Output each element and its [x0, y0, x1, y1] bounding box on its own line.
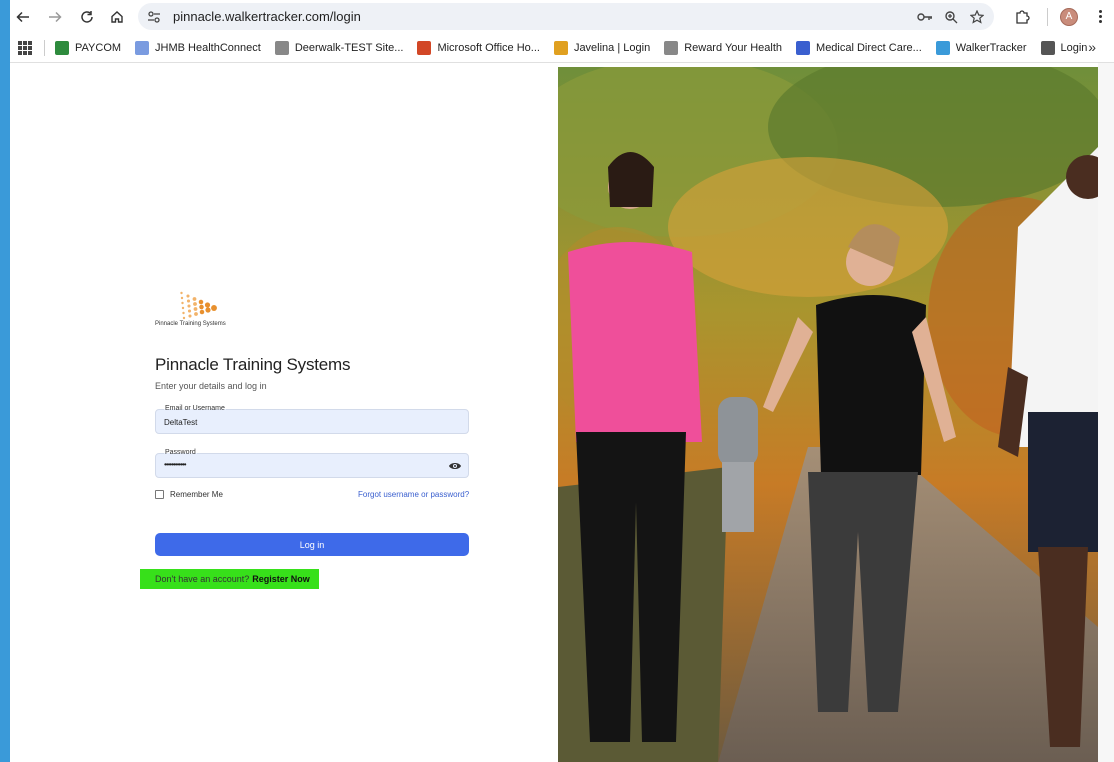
bookmark-label: Reward Your Health [684, 41, 783, 54]
bookmark-star-icon[interactable] [968, 8, 986, 26]
url-text[interactable]: pinnacle.walkertracker.com/login [173, 9, 361, 24]
globe-icon [274, 40, 289, 55]
arrow-left-icon [16, 11, 29, 22]
bookmarks-divider [44, 39, 45, 56]
remember-me-label: Remember Me [170, 490, 223, 499]
bookmark-label: Microsoft Office Ho... [437, 41, 540, 54]
arrow-right-icon [49, 11, 62, 22]
password-label: Password [164, 449, 197, 456]
login-panel: Pinnacle Training Systems Pinnacle Train… [10, 63, 558, 762]
remember-me-checkbox[interactable] [155, 490, 164, 499]
browser-menu-button[interactable] [1092, 7, 1108, 27]
bookmark-list: PAYCOM JHMB HealthConnect Deerwalk-TEST Si… [55, 40, 1101, 55]
register-prompt: Don't have an account? Register Now [140, 569, 319, 589]
home-button[interactable] [104, 4, 130, 30]
logo-text: Pinnacle Training Systems [155, 321, 226, 327]
remember-me[interactable]: Remember Me [155, 490, 223, 499]
login-button[interactable]: Log in [155, 533, 469, 556]
password-key-icon[interactable] [916, 8, 934, 26]
page-scrollbar[interactable] [1098, 63, 1114, 762]
bookmark-label: Medical Direct Care... [816, 41, 922, 54]
bookmark-item[interactable]: JHMB HealthConnect [135, 40, 261, 55]
bookmark-item[interactable]: Medical Direct Care... [796, 40, 922, 55]
bookmark-label: WalkerTracker [955, 41, 1027, 54]
walker-icon [935, 40, 950, 55]
bookmark-label: Javelina | Login [573, 41, 651, 54]
javelina-icon [553, 40, 568, 55]
back-button[interactable] [10, 4, 36, 30]
reward-icon [664, 40, 679, 55]
email-value[interactable]: DeltaTest [164, 418, 197, 427]
health-icon [135, 40, 150, 55]
home-icon [111, 10, 123, 23]
register-now-link[interactable]: Register Now [252, 574, 310, 584]
bookmark-label: PAYCOM [75, 41, 122, 54]
medical-icon [796, 40, 811, 55]
page-title: Pinnacle Training Systems [155, 355, 351, 374]
more-bookmarks-button[interactable]: » [1088, 39, 1096, 55]
bookmark-label: Deerwalk-TEST Site... [294, 41, 404, 54]
toolbar-actions: A [1011, 3, 1114, 30]
bookmarks-bar: PAYCOM JHMB HealthConnect Deerwalk-TEST Si… [10, 33, 1114, 62]
reload-button[interactable] [74, 4, 100, 30]
login-globe-icon [1040, 40, 1055, 55]
bookmark-item[interactable]: Login [1040, 40, 1088, 55]
password-value[interactable]: •••••••••••• [164, 460, 187, 469]
bookmark-item[interactable]: Javelina | Login [553, 40, 651, 55]
email-label: Email or Username [164, 405, 226, 412]
bookmark-item[interactable]: Microsoft Office Ho... [417, 40, 540, 55]
profile-avatar[interactable]: A [1060, 7, 1078, 26]
paycom-icon [55, 40, 69, 55]
toolbar-divider [1047, 7, 1048, 26]
puzzle-icon [1016, 9, 1030, 24]
bookmark-item[interactable]: Deerwalk-TEST Site... [274, 40, 404, 55]
extensions-button[interactable] [1011, 6, 1033, 28]
browser-window: pinnacle.walkertracker.com/login A PAYCO… [10, 0, 1114, 762]
bookmark-item[interactable]: Reward Your Health [664, 40, 783, 55]
office-icon [417, 40, 432, 55]
email-field[interactable]: Email or Username DeltaTest [155, 405, 469, 434]
reload-icon [81, 10, 93, 23]
password-field[interactable]: Password •••••••••••• [155, 449, 469, 478]
apps-grid-icon[interactable] [18, 40, 32, 55]
register-prompt-text: Don't have an account? [155, 574, 250, 584]
page-subtitle: Enter your details and log in [155, 381, 267, 391]
bookmark-label: Login [1060, 41, 1088, 54]
bookmark-label: JHMB HealthConnect [155, 41, 261, 54]
show-password-eye-icon[interactable] [448, 460, 462, 472]
site-info-icon[interactable] [147, 10, 161, 24]
page-content: Pinnacle Training Systems Pinnacle Train… [10, 62, 1114, 762]
forward-button[interactable] [42, 4, 68, 30]
bookmark-item[interactable]: PAYCOM [55, 40, 122, 55]
bookmark-item[interactable]: WalkerTracker [935, 40, 1027, 55]
forgot-password-link[interactable]: Forgot username or password? [358, 490, 469, 499]
zoom-icon[interactable] [942, 8, 960, 26]
walking-people-photo [558, 67, 1098, 762]
browser-toolbar: pinnacle.walkertracker.com/login A [10, 0, 1114, 33]
address-bar[interactable]: pinnacle.walkertracker.com/login [138, 3, 994, 30]
